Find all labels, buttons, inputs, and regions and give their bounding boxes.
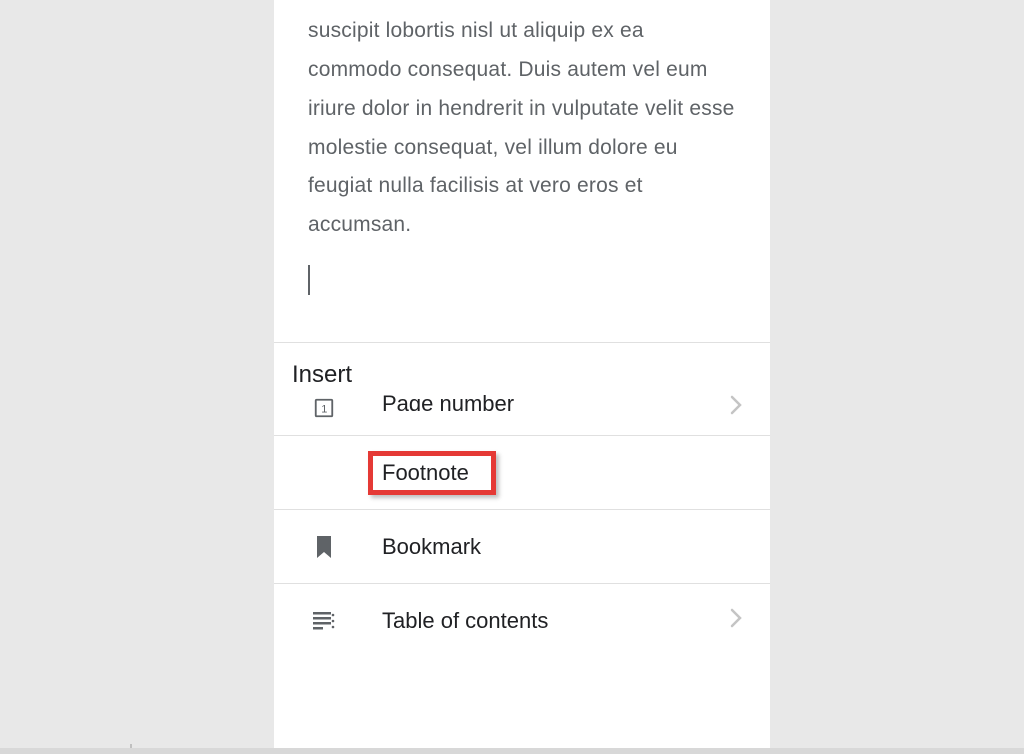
menu-item-label: Footnote [382,460,750,486]
page-number-icon: 1 [312,396,336,420]
chevron-right-icon [730,608,742,634]
insert-menu-list: 1 Page number Footnote Bookmark [274,395,770,658]
insert-panel: Insert 1 Page number Footnote [274,342,770,658]
menu-item-bookmark[interactable]: Bookmark [274,510,770,584]
document-body-text[interactable]: suscipit lobortis nisl ut aliquip ex ea … [274,0,770,245]
menu-item-page-number[interactable]: 1 Page number [274,395,770,436]
menu-item-label: Table of contents [382,608,730,634]
cursor-line [274,245,770,300]
menu-item-label: Bookmark [382,534,750,560]
bookmark-icon [312,535,336,559]
menu-item-table-of-contents[interactable]: Table of contents [274,584,770,658]
menu-item-label: Page number [382,391,730,411]
bottom-divider [130,744,132,748]
svg-text:1: 1 [321,404,327,416]
table-of-contents-icon [312,609,336,633]
text-cursor [308,265,310,295]
chevron-right-icon [730,395,742,421]
menu-item-footnote[interactable]: Footnote [274,436,770,510]
bottom-border [0,748,1024,754]
